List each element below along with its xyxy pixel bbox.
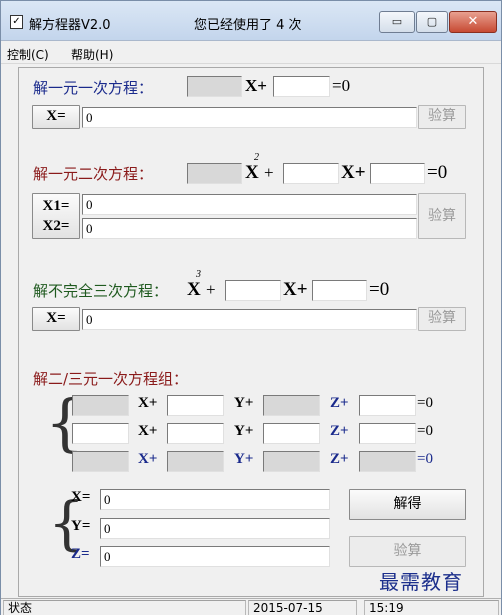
system-r1-coef-y[interactable] (167, 395, 224, 416)
system-r3-coef-x[interactable] (72, 451, 129, 472)
status-date: 2015-07-15 (248, 600, 357, 615)
system-z-result-label: Z= (71, 546, 90, 562)
linear-title: 解一元一次方程： (33, 79, 154, 97)
minimize-button[interactable]: ▭ (379, 11, 415, 33)
system-r1-equals-zero: =0 (417, 395, 433, 411)
system-r2-equals-zero: =0 (417, 423, 433, 439)
quadratic-exponent: 2 (254, 152, 259, 163)
menu-control[interactable]: 控制(C) (7, 46, 49, 63)
close-button[interactable]: ✕ (449, 11, 497, 33)
quadratic-coef-c[interactable] (370, 163, 425, 184)
linear-coef-b[interactable] (273, 76, 330, 97)
linear-equals-zero: =0 (332, 76, 351, 95)
cubic-result-field[interactable]: 0 (82, 309, 417, 330)
system-r3-coef-y[interactable] (167, 451, 224, 472)
system-y-result-field[interactable]: 0 (100, 518, 330, 539)
quadratic-x-button[interactable]: X1= X2= (32, 193, 80, 239)
system-r1-coef-x[interactable] (72, 395, 129, 416)
cubic-x-button[interactable]: X= (32, 307, 80, 331)
system-z-result-field[interactable]: 0 (100, 546, 330, 567)
system-verify-button[interactable]: 验算 (349, 536, 466, 567)
system-r2-y-plus: Y+ (234, 423, 254, 439)
linear-coef-a[interactable] (187, 76, 242, 97)
system-r1-z-plus: Z+ (330, 395, 349, 411)
menu-bar: 控制(C) 帮助(H) (1, 42, 501, 64)
system-x-result-field[interactable]: 0 (100, 489, 330, 510)
checkbox-icon: ✓ (10, 15, 23, 29)
system-r3-constant[interactable] (359, 451, 416, 472)
system-r3-y-plus: Y+ (234, 451, 254, 467)
linear-result-field[interactable]: 0 (82, 107, 417, 128)
maximize-icon: ▢ (426, 15, 438, 28)
system-r3-z-plus: Z+ (330, 451, 349, 467)
quadratic-equals-zero: =0 (427, 162, 448, 183)
minimize-icon: ▭ (391, 15, 403, 28)
system-r3-coef-z[interactable] (263, 451, 320, 472)
linear-x-plus: X+ (245, 76, 267, 95)
system-r2-constant[interactable] (359, 423, 416, 444)
system-r2-coef-x[interactable] (72, 423, 129, 444)
system-r1-constant[interactable] (359, 395, 416, 416)
status-label: 状态 (3, 600, 246, 615)
usage-count-text: 您已经使用了 4 次 (194, 18, 302, 33)
quadratic-x-plus: X+ (341, 162, 366, 183)
system-r2-coef-z[interactable] (263, 423, 320, 444)
system-r2-x-plus: X+ (138, 423, 158, 439)
cubic-exponent: 3 (196, 269, 201, 280)
close-icon: ✕ (467, 14, 479, 29)
system-r3-equals-zero: =0 (417, 451, 433, 467)
cubic-coef-c[interactable] (312, 280, 367, 301)
system-r3-x-plus: X+ (138, 451, 158, 467)
system-x-result-label: X= (71, 489, 91, 505)
quadratic-x1-label: X1= (42, 198, 70, 214)
linear-x-button[interactable]: X= (32, 105, 80, 129)
quadratic-plus: + (264, 163, 274, 182)
linear-verify-button[interactable]: 验算 (418, 105, 466, 129)
watermark-logo: 最需教育 (379, 570, 463, 594)
maximize-button[interactable]: ▢ (416, 11, 448, 33)
menu-help[interactable]: 帮助(H) (71, 46, 113, 63)
solve-button[interactable]: 解得 (349, 489, 466, 520)
cubic-equals-zero: =0 (369, 279, 390, 300)
quadratic-coef-a[interactable] (187, 163, 242, 184)
status-time: 15:19 (364, 600, 499, 615)
app-window: ✓ 解方程器V2.0 您已经使用了 4 次 ▭ ▢ ✕ 控制(C) 帮助(H) … (0, 0, 502, 615)
system-r1-x-plus: X+ (138, 395, 158, 411)
quadratic-x-squared: X (245, 162, 259, 183)
cubic-verify-button[interactable]: 验算 (418, 307, 466, 331)
quadratic-x2-label: X2= (42, 218, 70, 234)
system-y-result-label: Y= (71, 518, 91, 534)
window-title: 解方程器V2.0 (29, 18, 111, 33)
cubic-x-cubed: X (187, 279, 201, 300)
cubic-x-plus: X+ (283, 279, 308, 300)
cubic-title: 解不完全三次方程： (33, 282, 169, 300)
cubic-coef-b[interactable] (225, 280, 281, 301)
quadratic-verify-button[interactable]: 验算 (418, 193, 466, 239)
system-r1-y-plus: Y+ (234, 395, 254, 411)
status-bar: 状态 2015-07-15 15:19 (1, 598, 501, 615)
cubic-plus: + (206, 280, 216, 299)
quadratic-coef-b[interactable] (283, 163, 339, 184)
quadratic-x2-field[interactable]: 0 (82, 218, 417, 239)
system-r2-coef-y[interactable] (167, 423, 224, 444)
title-bar[interactable]: ✓ 解方程器V2.0 您已经使用了 4 次 ▭ ▢ ✕ (1, 1, 501, 41)
system-r2-z-plus: Z+ (330, 423, 349, 439)
system-r1-coef-z[interactable] (263, 395, 320, 416)
quadratic-x1-field[interactable]: 0 (82, 194, 417, 215)
quadratic-title: 解一元二次方程： (33, 165, 154, 183)
